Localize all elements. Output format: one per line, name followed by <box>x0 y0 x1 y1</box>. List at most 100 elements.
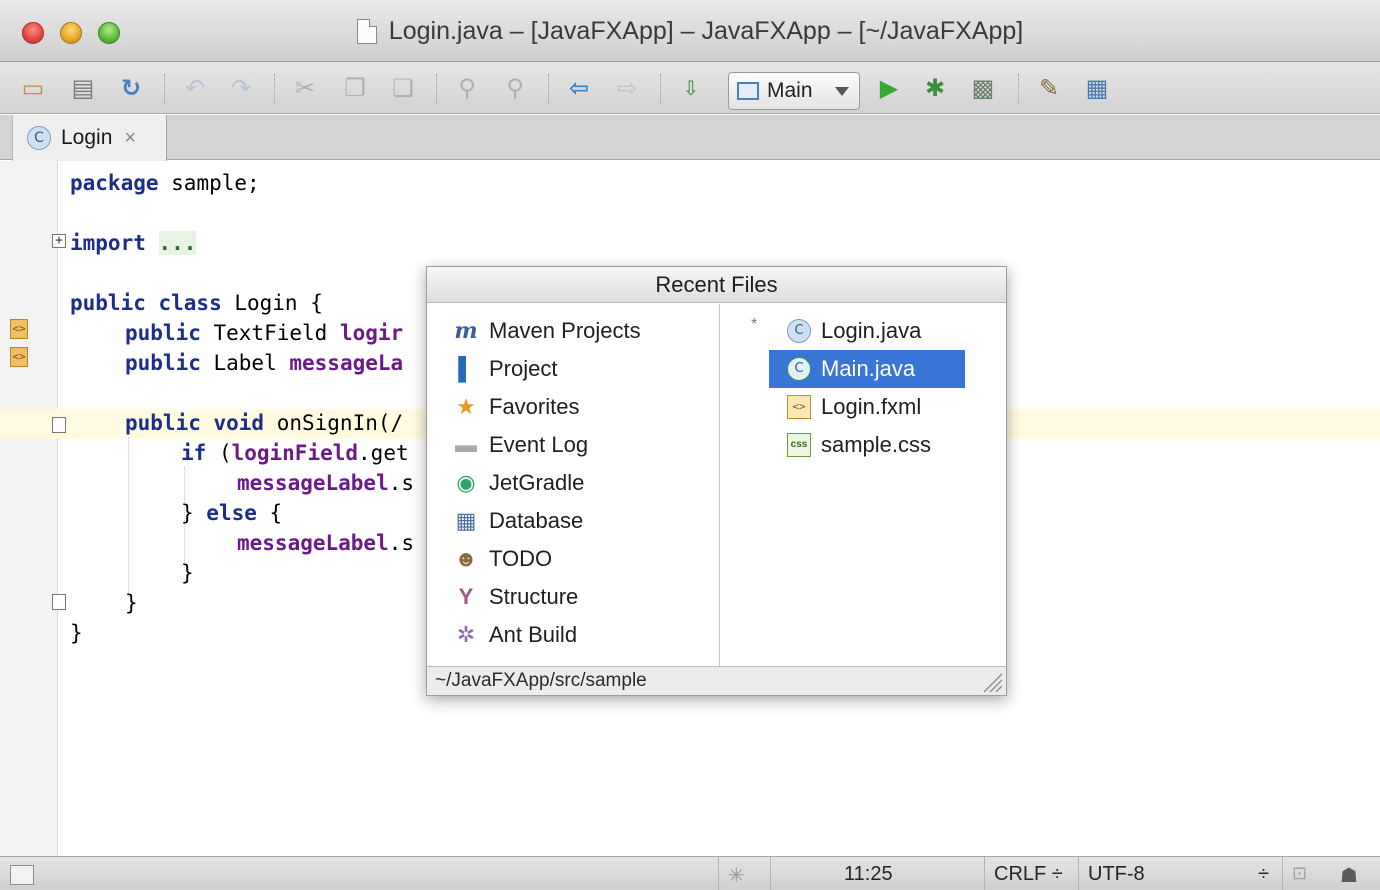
back-icon[interactable]: ⇦ <box>564 74 594 104</box>
tool-window-item-jetgradle[interactable]: ◉ JetGradle <box>453 464 584 502</box>
open-folder-icon[interactable]: ▭ <box>18 74 48 104</box>
tool-window-item-maven-projects[interactable]: m Maven Projects <box>453 312 640 350</box>
tool-window-item-structure[interactable]: Y Structure <box>453 578 579 616</box>
run-configuration-label: Main <box>767 79 813 102</box>
redo-icon[interactable]: ↷ <box>226 74 256 104</box>
copy-icon[interactable]: ❐ <box>340 74 370 104</box>
code-line: public Label messageLa <box>125 351 404 375</box>
code-line: } else { <box>181 501 283 525</box>
code-line: import ... <box>70 231 197 255</box>
fold-end-icon[interactable] <box>52 594 66 610</box>
toolbar-separator <box>1018 74 1019 104</box>
make-project-icon[interactable]: ⇩ <box>676 74 706 104</box>
recent-file-item[interactable]: <> Login.fxml <box>769 388 965 426</box>
project-icon: ▌ <box>458 356 474 381</box>
expand-fold-icon[interactable]: + <box>52 234 66 248</box>
fxml-link-icon[interactable]: <> <box>10 347 28 367</box>
editor-gutter[interactable] <box>0 161 58 856</box>
tool-window-item-project[interactable]: ▌ Project <box>453 350 557 388</box>
fold-start-icon[interactable] <box>52 417 66 433</box>
cut-icon[interactable]: ✂ <box>290 74 320 104</box>
todo-icon: ☻ <box>454 546 478 571</box>
event-log-icon: ▬ <box>455 432 477 457</box>
code-line: public TextField logir <box>125 321 404 345</box>
code-line: messageLabel.s <box>237 471 415 495</box>
window-title: Login.java – [JavaFXApp] – JavaFXApp – [… <box>388 16 1024 45</box>
java-class-icon: C <box>787 319 811 343</box>
recent-file-item-selected[interactable]: C Main.java <box>769 350 965 388</box>
tool-window-list: m Maven Projects ▌ Project ★ Favorites ▬… <box>427 304 720 666</box>
jetgradle-icon: ◉ <box>456 470 476 495</box>
tool-window-item-event-log[interactable]: ▬ Event Log <box>453 426 588 464</box>
toolbar-separator <box>274 74 275 104</box>
toolbar-separator <box>660 74 661 104</box>
tool-window-item-todo[interactable]: ☻ TODO <box>453 540 552 578</box>
tool-window-item-favorites[interactable]: ★ Favorites <box>453 388 579 426</box>
maven-icon: m <box>454 318 478 344</box>
project-structure-icon[interactable]: ▦ <box>1082 74 1112 104</box>
line-separator-selector[interactable]: CRLF ÷ <box>994 863 1063 886</box>
code-line: } <box>70 621 83 645</box>
code-line: } <box>181 561 194 585</box>
editor-tab-bar: C Login × <box>0 115 1380 161</box>
tab-login[interactable]: C Login × <box>12 115 167 161</box>
code-line: } <box>125 591 138 615</box>
popup-title: Recent Files <box>427 267 1006 303</box>
ant-build-icon: ✲ <box>456 622 476 647</box>
debug-icon[interactable]: ✱ <box>920 74 950 104</box>
find-icon[interactable]: ⚲ <box>452 74 482 104</box>
css-file-icon: css <box>787 433 811 457</box>
document-icon <box>356 18 377 44</box>
inspector-icon[interactable]: ☗ <box>1340 863 1358 888</box>
tool-window-item-database[interactable]: ▦ Database <box>453 502 584 540</box>
status-separator <box>770 857 771 890</box>
code-line: if (loginField.get <box>181 441 409 465</box>
background-tasks-icon[interactable]: ✳ <box>728 863 745 888</box>
forward-icon[interactable]: ⇨ <box>612 74 642 104</box>
selected-file-path: ~/JavaFXApp/src/sample <box>427 666 1006 695</box>
run-configuration-select[interactable]: Main <box>728 72 860 110</box>
main-toolbar: ▭ ▤ ↻ ↶ ↷ ✂ ❐ ❏ ⚲ ⚲ ⇦ ⇨ ⇩ Main ▶ ✱ ▩ ✎ ▦ <box>0 62 1380 114</box>
modified-marker: * <box>751 316 758 333</box>
save-icon[interactable]: ▤ <box>68 74 98 104</box>
status-separator <box>984 857 985 890</box>
folded-imports[interactable]: ... <box>158 231 197 255</box>
undo-icon[interactable]: ↶ <box>180 74 210 104</box>
read-only-lock-icon[interactable]: ⊡ <box>1292 863 1307 884</box>
resize-grip-icon[interactable] <box>981 671 1003 693</box>
title-bar: Login.java – [JavaFXApp] – JavaFXApp – [… <box>0 0 1380 62</box>
code-line: public class Login { <box>70 291 323 315</box>
recent-files-popup[interactable]: Recent Files m Maven Projects ▌ Project … <box>426 266 1007 696</box>
encoding-chevron-icon[interactable]: ÷ <box>1258 863 1269 886</box>
indent-guide <box>128 437 129 597</box>
code-line: public void onSignIn(/ <box>125 411 404 435</box>
paste-icon[interactable]: ❏ <box>388 74 418 104</box>
fxml-file-icon: <> <box>787 395 811 419</box>
settings-icon[interactable]: ✎ <box>1034 74 1064 104</box>
run-icon[interactable]: ▶ <box>874 74 904 104</box>
fxml-link-icon[interactable]: <> <box>10 319 28 339</box>
coverage-icon[interactable]: ▩ <box>968 74 998 104</box>
tool-window-item-ant-build[interactable]: ✲ Ant Build <box>453 616 577 654</box>
status-separator <box>1078 857 1079 890</box>
code-line: messageLabel.s <box>237 531 415 555</box>
caret-position[interactable]: 11:25 <box>844 863 893 886</box>
sync-icon[interactable]: ↻ <box>116 74 146 104</box>
tab-label: Login <box>61 126 113 149</box>
replace-icon[interactable]: ⚲ <box>500 74 530 104</box>
favorites-star-icon: ★ <box>456 394 476 419</box>
tool-windows-toggle-icon[interactable] <box>10 865 34 885</box>
java-main-class-icon: C <box>787 357 811 381</box>
chevron-down-icon <box>835 87 849 96</box>
toolbar-separator <box>436 74 437 104</box>
status-bar: ✳ 11:25 CRLF ÷ UTF-8 ÷ ⊡ ☗ <box>0 856 1380 890</box>
recent-files-list: * C Login.java C Main.java <> Login.fxml… <box>721 304 1006 666</box>
database-icon: ▦ <box>455 508 477 533</box>
recent-file-item[interactable]: C Login.java <box>769 312 965 350</box>
application-icon <box>737 82 759 100</box>
recent-file-item[interactable]: css sample.css <box>769 426 965 464</box>
encoding-selector[interactable]: UTF-8 <box>1088 863 1145 886</box>
toolbar-separator <box>164 74 165 104</box>
close-tab-icon[interactable]: × <box>124 127 136 150</box>
status-separator <box>718 857 719 890</box>
